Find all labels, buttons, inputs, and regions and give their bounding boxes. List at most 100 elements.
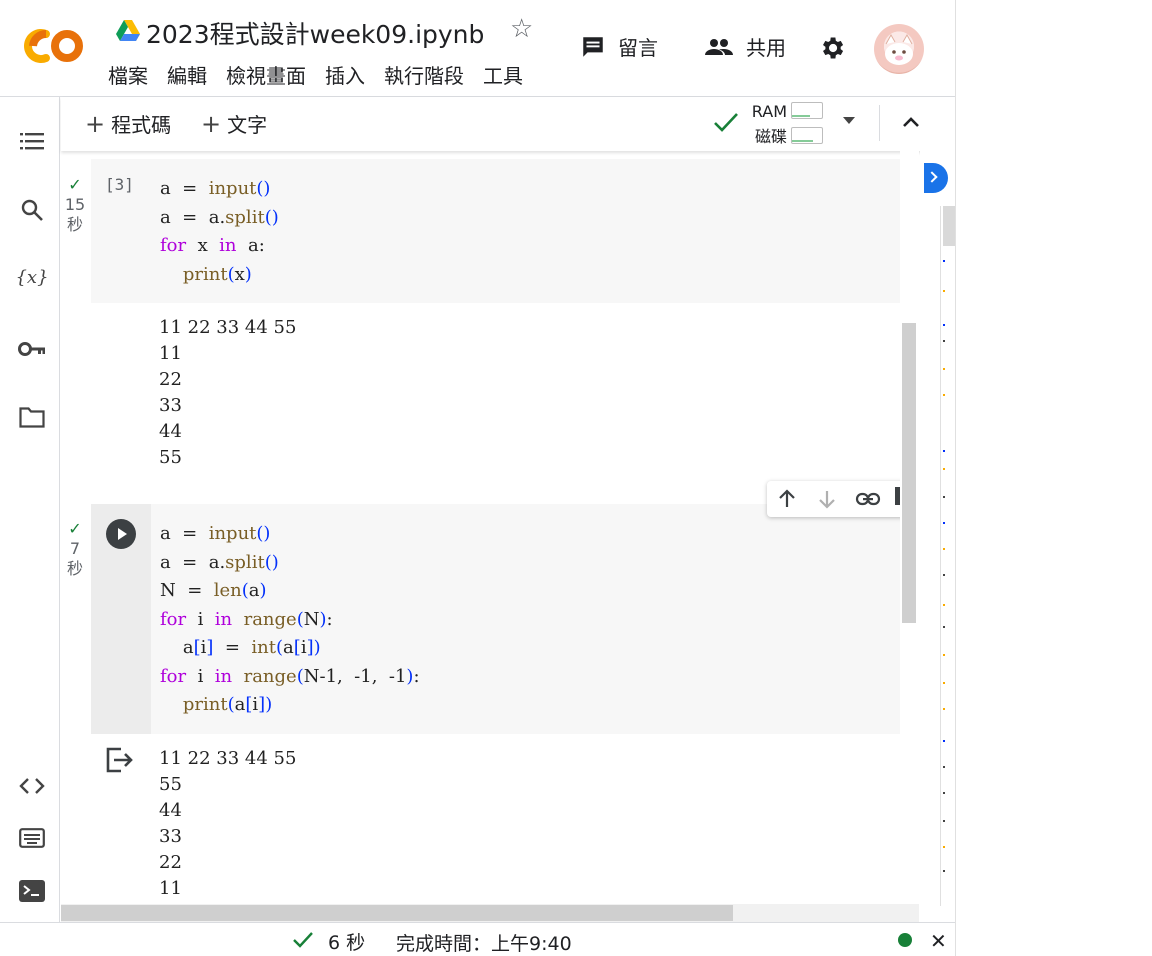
output-line: 44 — [159, 800, 182, 821]
horizontal-scroll-thumb[interactable] — [61, 905, 733, 921]
ram-usage-fill — [792, 115, 810, 117]
exec-time-unit: 秒 — [66, 215, 83, 234]
terminal-icon[interactable] — [18, 877, 46, 905]
table-of-contents-icon[interactable] — [18, 127, 46, 155]
run-cell-button[interactable] — [106, 519, 136, 549]
minimap-mark — [943, 740, 945, 742]
minimap-mark — [943, 340, 945, 342]
left-sidebar: {x} — [0, 97, 60, 922]
output-line: 11 — [159, 878, 182, 899]
resource-monitor[interactable]: RAM 磁碟 — [747, 99, 787, 149]
code-snippets-icon[interactable] — [18, 772, 46, 800]
minimap-mark — [943, 708, 945, 710]
exec-time: 7 — [69, 539, 81, 558]
cell-toolbar — [767, 481, 917, 517]
minimap-mark — [943, 682, 945, 684]
disk-usage-bar — [791, 127, 823, 144]
ram-usage-bar — [791, 102, 823, 119]
menu-view[interactable]: 檢視畫面 — [226, 60, 306, 89]
minimap-mark — [943, 522, 945, 524]
share-button[interactable]: 共用 — [704, 32, 786, 61]
output-line: 11 — [159, 343, 182, 364]
menu-runtime[interactable]: 執行階段 — [384, 60, 464, 89]
minimap[interactable] — [940, 206, 955, 906]
code-editor[interactable]: a = input() a = a.split() for x in a: pr… — [160, 175, 279, 289]
check-icon: ✓ — [68, 519, 82, 538]
minimap-mark — [943, 496, 945, 498]
folder-icon[interactable] — [18, 403, 46, 431]
completed-time: 完成時間：上午9:40 — [396, 933, 572, 955]
cell-gutter: [3] — [91, 159, 151, 303]
google-drive-icon[interactable] — [116, 20, 140, 42]
code-editor[interactable]: a = input() a = a.split() N = len(a) for… — [160, 520, 420, 720]
colab-logo[interactable] — [22, 26, 86, 66]
chevron-up-icon[interactable] — [899, 111, 923, 135]
colab-window: 2023程式設計week09.ipynb ☆ 檔案 編輯 檢視畫面 插入 執行階… — [0, 0, 956, 956]
output-line: 33 — [159, 395, 182, 416]
command-palette-icon[interactable] — [18, 824, 46, 852]
minimap-mark — [943, 290, 945, 292]
vertical-scroll-thumb[interactable] — [902, 323, 916, 623]
notebook-title[interactable]: 2023程式設計week09.ipynb — [146, 15, 484, 51]
minimap-mark — [943, 766, 945, 768]
menu-bar: 檔案 編輯 檢視畫面 插入 執行階段 工具 — [108, 60, 542, 89]
star-icon[interactable]: ☆ — [510, 14, 533, 44]
user-avatar[interactable] — [874, 24, 924, 74]
plus-icon: + — [201, 109, 222, 138]
link-icon[interactable] — [855, 487, 881, 511]
right-panel-strip — [920, 151, 955, 922]
cell-output: 11 22 33 44 55 55 44 33 22 11 — [159, 746, 296, 902]
check-icon: ✓ — [68, 175, 82, 194]
code-cell-active[interactable]: a = input() a = a.split() N = len(a) for… — [91, 504, 901, 734]
vertical-scrollbar[interactable] — [900, 151, 919, 904]
output-redirect-icon[interactable] — [105, 747, 135, 773]
menu-edit[interactable]: 編輯 — [167, 60, 207, 89]
comment-label: 留言 — [618, 36, 658, 60]
exec-time: 15 — [64, 195, 86, 214]
output-line: 44 — [159, 421, 182, 442]
minimap-mark — [943, 574, 945, 576]
minimap-mark — [943, 654, 945, 656]
ram-label: RAM — [751, 102, 787, 121]
minimap-thumb[interactable] — [943, 206, 955, 246]
menu-file[interactable]: 檔案 — [108, 60, 148, 89]
cell-exec-status: ✓ 7 秒 — [61, 519, 89, 579]
add-text-cell-button[interactable]: + 文字 — [201, 109, 267, 138]
horizontal-scrollbar[interactable] — [61, 904, 919, 922]
connected-check-icon[interactable] — [713, 111, 739, 133]
expand-panel-button[interactable] — [924, 163, 948, 193]
runtime-dropdown-icon[interactable] — [843, 117, 855, 124]
comment-icon — [583, 36, 603, 57]
minimap-mark — [943, 324, 945, 326]
variables-icon[interactable]: {x} — [15, 263, 48, 291]
exec-time-unit: 秒 — [66, 559, 83, 578]
search-icon[interactable] — [18, 196, 46, 224]
move-down-icon[interactable] — [815, 487, 839, 511]
minimap-mark — [943, 260, 945, 262]
minimap-mark — [943, 846, 945, 848]
notebook-toolbar: + 程式碼 + 文字 RAM 磁碟 — [61, 97, 955, 151]
output-line: 55 — [159, 774, 182, 795]
menu-insert[interactable]: 插入 — [325, 60, 365, 89]
minimap-mark — [943, 450, 945, 452]
connection-status-dot — [898, 933, 912, 947]
key-icon[interactable] — [18, 335, 46, 363]
comment-button[interactable]: 留言 — [580, 32, 658, 61]
code-cell[interactable]: [3] a = input() a = a.split() for x in a… — [91, 159, 901, 303]
close-icon[interactable]: ✕ — [930, 929, 947, 953]
move-up-icon[interactable] — [775, 487, 799, 511]
output-line: 11 22 33 44 55 — [159, 748, 297, 769]
minimap-mark — [943, 368, 945, 370]
cell-gutter — [91, 504, 151, 734]
add-text-label: 文字 — [227, 113, 268, 137]
menu-tools[interactable]: 工具 — [483, 60, 523, 89]
status-bar: 6 秒 完成時間：上午9:40 ✕ — [0, 922, 955, 956]
gear-icon[interactable] — [818, 34, 846, 62]
minimap-mark — [943, 548, 945, 550]
minimap-mark — [943, 468, 945, 470]
output-line: 22 — [159, 369, 182, 390]
avatar-image — [885, 33, 913, 65]
disk-usage-fill — [792, 140, 813, 142]
add-code-cell-button[interactable]: + 程式碼 — [85, 109, 171, 138]
minimap-mark — [943, 870, 945, 872]
